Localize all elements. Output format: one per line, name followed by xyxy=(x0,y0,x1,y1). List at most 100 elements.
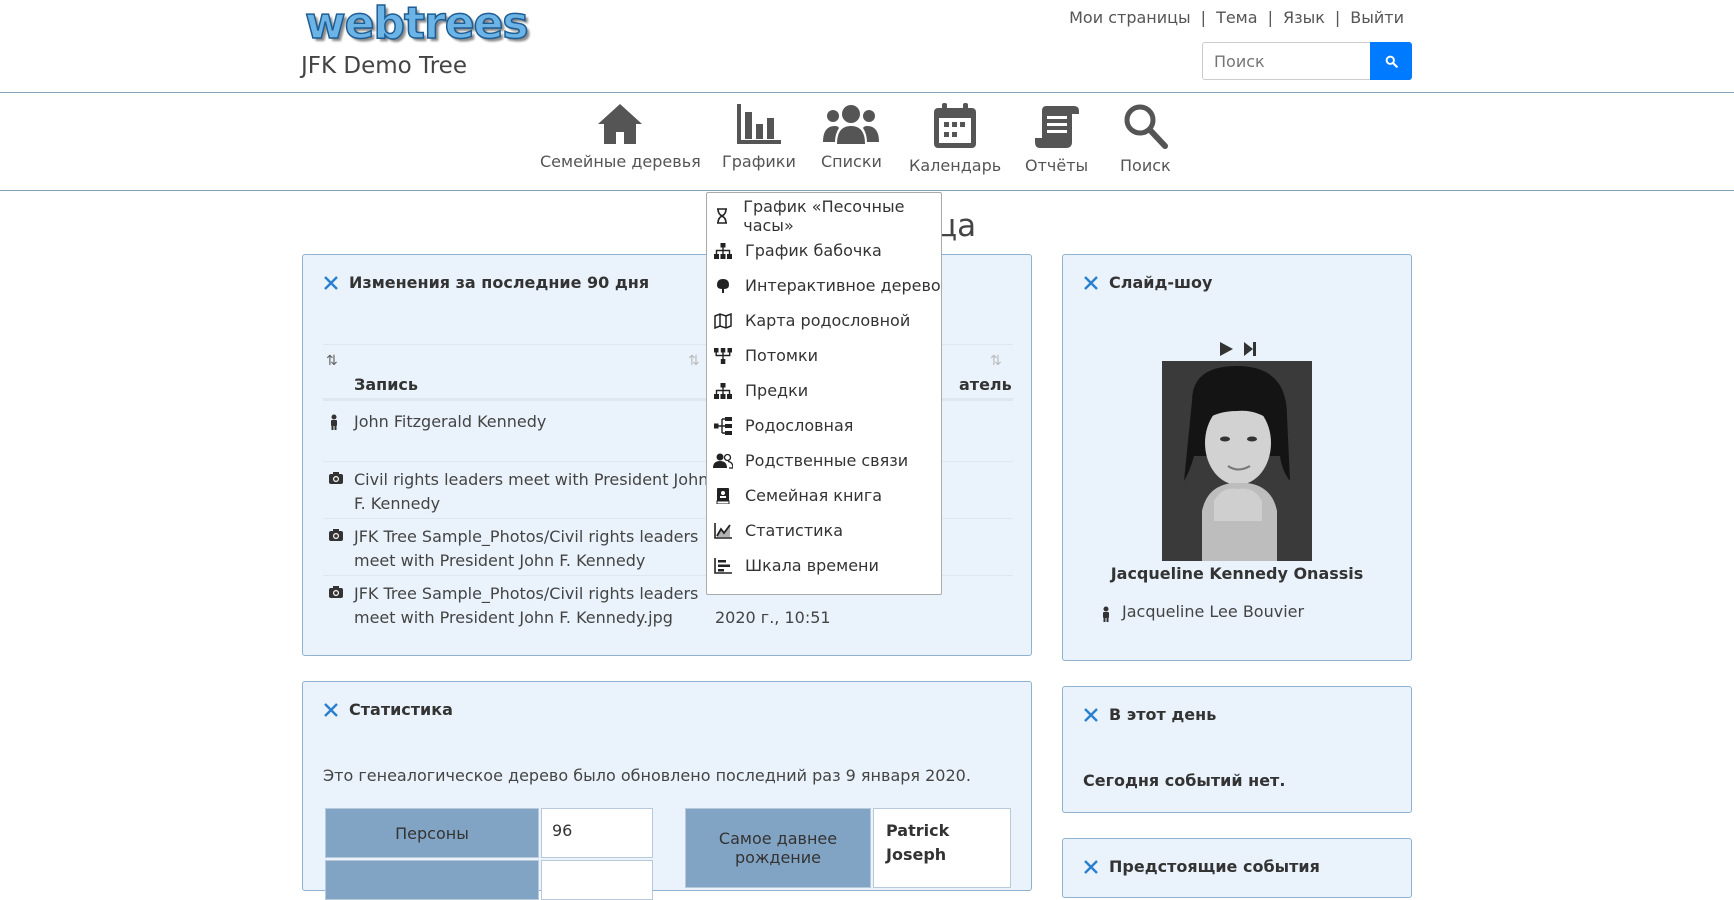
separator: | xyxy=(1200,8,1207,27)
menu-item-interactive-tree[interactable]: Интерактивное дерево xyxy=(707,268,941,303)
menu-item-statistics[interactable]: Статистика xyxy=(707,513,941,548)
person-icon xyxy=(1103,606,1109,622)
nav-label: Семейные деревья xyxy=(540,152,701,171)
nav-lists[interactable]: Списки xyxy=(821,102,882,171)
card-title: Изменения за последние 90 дня xyxy=(349,273,650,292)
record-link[interactable]: John Fitzgerald Kennedy xyxy=(354,410,714,434)
menu-item-descendants[interactable]: Потомки xyxy=(707,338,941,373)
next-icon[interactable] xyxy=(1243,341,1257,357)
person-icon xyxy=(331,414,337,430)
hourglass-icon xyxy=(717,207,728,224)
menu-item-timeline[interactable]: Шкала времени xyxy=(707,548,941,583)
wrench-icon[interactable] xyxy=(323,275,339,291)
bar-chart-icon xyxy=(736,104,781,144)
menu-item-family-book[interactable]: Семейная книга xyxy=(707,478,941,513)
timeline-icon xyxy=(714,557,732,574)
menu-item-pedigree[interactable]: Родословная xyxy=(707,408,941,443)
upcoming-events-card: Предстоящие события xyxy=(1062,838,1412,898)
page-title: ца xyxy=(936,208,977,244)
stat-label xyxy=(325,860,539,900)
pedigree-icon xyxy=(714,416,732,435)
sort-icon[interactable]: ⇅ xyxy=(688,353,700,369)
record-link[interactable]: JFK Tree Sample_Photos/Civil rights lead… xyxy=(354,582,714,630)
card-header: Предстоящие события xyxy=(1083,857,1320,876)
nav-search[interactable]: Поиск xyxy=(1120,102,1171,175)
wrench-icon[interactable] xyxy=(323,702,339,718)
menu-item-hourglass-chart[interactable]: График «Песочные часы» xyxy=(707,196,941,235)
statistics-icon xyxy=(714,522,732,539)
card-header: Статистика xyxy=(323,700,453,719)
stat-value[interactable]: Patrick Joseph xyxy=(873,808,1011,888)
column-header-record[interactable]: Запись xyxy=(354,375,418,394)
sort-icon[interactable]: ⇅ xyxy=(990,353,1002,369)
record-link[interactable]: JFK Tree Sample_Photos/Civil rights lead… xyxy=(354,525,714,573)
search-icon xyxy=(1124,104,1169,149)
calendar-icon xyxy=(934,103,977,148)
scroll-icon xyxy=(1034,106,1079,148)
menu-item-label: Предки xyxy=(745,381,809,400)
sort-icon[interactable]: ⇅ xyxy=(326,353,338,369)
on-this-day-card: В этот день Сегодня событий нет. xyxy=(1062,686,1412,813)
menu-item-label: Родственные связи xyxy=(745,451,909,470)
wrench-icon[interactable] xyxy=(1083,859,1099,875)
record-link[interactable]: Civil rights leaders meet with President… xyxy=(354,468,714,516)
sitemap-icon xyxy=(714,242,732,259)
nav-label: Поиск xyxy=(1120,156,1171,175)
theme-link[interactable]: Тема xyxy=(1216,8,1258,27)
stat-label: Персоны xyxy=(325,808,539,858)
camera-icon xyxy=(329,586,343,598)
menu-item-label: Карта родословной xyxy=(745,311,911,330)
card-title: Статистика xyxy=(349,700,453,719)
logout-link[interactable]: Выйти xyxy=(1350,8,1404,27)
separator: | xyxy=(1334,8,1341,27)
menu-item-pedigree-map[interactable]: Карта родословной xyxy=(707,303,941,338)
menu-item-label: График «Песочные часы» xyxy=(743,196,905,235)
search-input[interactable] xyxy=(1202,42,1370,80)
search-button[interactable] xyxy=(1370,42,1412,80)
slideshow-photo[interactable] xyxy=(1162,361,1312,561)
wrench-icon[interactable] xyxy=(1083,275,1099,291)
main-nav: Семейные деревья Графики Списки Календар… xyxy=(0,94,1734,191)
stat-value xyxy=(541,860,653,900)
nav-calendar[interactable]: Календарь xyxy=(909,102,1001,175)
menu-item-label: Семейная книга xyxy=(745,486,883,505)
camera-icon xyxy=(329,472,343,484)
menu-item-label: Интерактивное дерево xyxy=(745,276,941,295)
menu-item-label: Статистика xyxy=(745,521,843,540)
person-link[interactable]: Jacqueline Lee Bouvier xyxy=(1122,602,1304,621)
menu-item-label: Родословная xyxy=(745,416,854,435)
tree-icon xyxy=(717,278,729,293)
webtrees-logo[interactable]: webtrees xyxy=(304,1,529,47)
column-header-user[interactable]: атель xyxy=(959,375,1012,394)
tree-title[interactable]: JFK Demo Tree xyxy=(301,53,467,79)
my-pages-link[interactable]: Мои страницы xyxy=(1069,8,1191,27)
descendants-icon xyxy=(714,347,732,364)
relationship-icon xyxy=(713,453,733,469)
search-icon xyxy=(1385,55,1398,68)
card-title: Предстоящие события xyxy=(1109,857,1320,876)
stat-label: Самое давнее рождение xyxy=(685,808,871,888)
card-header: Изменения за последние 90 дня xyxy=(323,273,649,292)
users-icon xyxy=(823,105,880,144)
menu-item-relationships[interactable]: Родственные связи xyxy=(707,443,941,478)
separator: | xyxy=(1267,8,1273,27)
user-menu: Мои страницы | Тема | Язык | Выйти xyxy=(1069,8,1404,27)
map-icon xyxy=(714,312,732,329)
stat-value[interactable]: 96 xyxy=(541,808,653,858)
menu-item-label: График бабочка xyxy=(745,241,882,260)
sitemap-icon xyxy=(714,382,732,399)
slideshow-card: Слайд-шоу Jacqueline Kennedy Onassis Jac… xyxy=(1062,254,1412,661)
nav-charts[interactable]: Графики xyxy=(722,102,796,171)
menu-item-label: Потомки xyxy=(745,346,819,365)
card-title: Слайд-шоу xyxy=(1109,273,1213,292)
language-link[interactable]: Язык xyxy=(1283,8,1325,27)
menu-item-ancestors[interactable]: Предки xyxy=(707,373,941,408)
nav-reports[interactable]: Отчёты xyxy=(1025,102,1088,175)
wrench-icon[interactable] xyxy=(1083,707,1099,723)
menu-item-butterfly-chart[interactable]: График бабочка xyxy=(707,233,941,268)
nav-label: Отчёты xyxy=(1025,156,1089,175)
statistics-card: Статистика Это генеалогическое дерево бы… xyxy=(302,681,1032,900)
nav-family-trees[interactable]: Семейные деревья xyxy=(540,102,701,171)
play-icon[interactable] xyxy=(1218,341,1234,357)
slide-caption[interactable]: Jacqueline Kennedy Onassis xyxy=(1063,564,1411,583)
